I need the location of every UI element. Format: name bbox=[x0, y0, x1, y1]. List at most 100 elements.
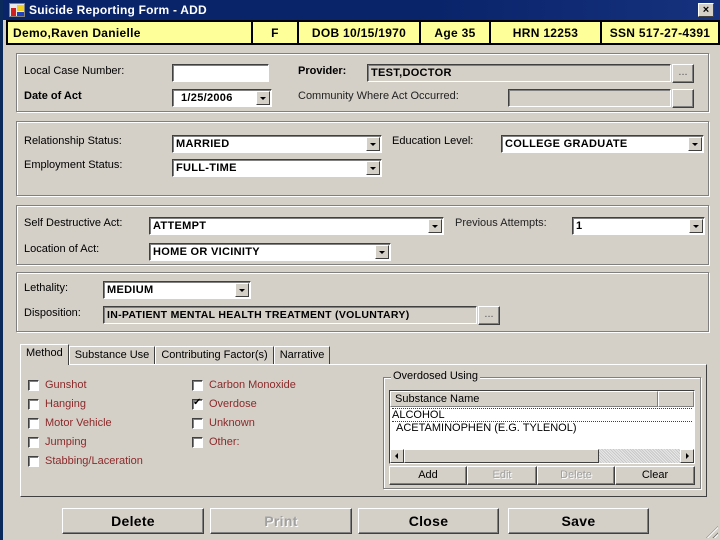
employment-status-value[interactable]: FULL-TIME bbox=[172, 159, 382, 177]
checkbox-label: Motor Vehicle bbox=[45, 417, 112, 429]
substance-list-header: Substance Name bbox=[390, 391, 694, 407]
patient-age: Age 35 bbox=[421, 22, 491, 43]
add-substance-button[interactable]: Add bbox=[389, 466, 467, 485]
substance-row[interactable]: ACETAMINOPHEN (E.G. TYLENOL) bbox=[396, 422, 577, 434]
title-bar: Suicide Reporting Form - ADD × bbox=[3, 0, 720, 20]
chevron-down-icon[interactable] bbox=[366, 161, 380, 175]
tab-strip: Method Substance Use Contributing Factor… bbox=[20, 344, 331, 365]
checkbox-box[interactable] bbox=[28, 379, 39, 391]
checkbox-box[interactable] bbox=[28, 417, 39, 429]
overdosed-using-label: Overdosed Using bbox=[391, 370, 480, 382]
employment-status-select[interactable]: FULL-TIME bbox=[172, 159, 382, 177]
method-checkbox-overdose[interactable]: Overdose bbox=[192, 397, 257, 410]
method-checkbox-hanging[interactable]: Hanging bbox=[28, 398, 86, 410]
education-level-select[interactable]: COLLEGE GRADUATE bbox=[501, 135, 704, 153]
method-checkbox-other[interactable]: Other: bbox=[192, 436, 240, 448]
location-of-act-label: Location of Act: bbox=[24, 243, 100, 255]
date-of-act-label: Date of Act bbox=[24, 90, 82, 102]
chevron-down-icon[interactable] bbox=[366, 137, 380, 151]
resize-grip-icon[interactable] bbox=[706, 526, 718, 538]
previous-attempts-value[interactable]: 1 bbox=[572, 217, 705, 235]
checkbox-box[interactable] bbox=[28, 398, 39, 410]
patient-banner: Demo,Raven Danielle F DOB 10/15/1970 Age… bbox=[6, 20, 720, 45]
tab-contributing-factors[interactable]: Contributing Factor(s) bbox=[155, 346, 274, 365]
disposition-field: IN-PATIENT MENTAL HEALTH TREATMENT (VOLU… bbox=[103, 306, 477, 324]
checkbox-box[interactable] bbox=[192, 417, 203, 429]
tab-method[interactable]: Method bbox=[20, 344, 69, 365]
disposition-lookup-button[interactable]: ... bbox=[478, 306, 500, 325]
print-button[interactable]: Print bbox=[210, 508, 352, 534]
local-case-number-input[interactable] bbox=[172, 64, 269, 82]
patient-dob: DOB 10/15/1970 bbox=[299, 22, 421, 43]
location-of-act-select[interactable]: HOME OR VICINITY bbox=[149, 243, 391, 261]
substance-row[interactable]: ALCOHOL bbox=[392, 408, 692, 422]
community-lookup-button[interactable] bbox=[672, 89, 694, 108]
method-checkbox-jumping[interactable]: Jumping bbox=[28, 436, 87, 448]
chevron-down-icon[interactable] bbox=[688, 137, 702, 151]
previous-attempts-select[interactable]: 1 bbox=[572, 217, 705, 235]
community-label: Community Where Act Occurred: bbox=[298, 90, 459, 102]
scroll-right-icon[interactable] bbox=[680, 449, 694, 463]
scrollbar-thumb[interactable] bbox=[404, 449, 599, 463]
method-checkbox-motor-vehicle[interactable]: Motor Vehicle bbox=[28, 417, 112, 429]
relationship-status-value[interactable]: MARRIED bbox=[172, 135, 382, 153]
method-checkbox-unknown[interactable]: Unknown bbox=[192, 417, 255, 429]
chevron-down-icon[interactable] bbox=[256, 91, 270, 105]
lethality-value[interactable]: MEDIUM bbox=[103, 281, 251, 299]
checkbox-label: Jumping bbox=[45, 436, 87, 448]
relationship-status-select[interactable]: MARRIED bbox=[172, 135, 382, 153]
checkbox-box[interactable] bbox=[192, 436, 203, 448]
patient-ssn: SSN 517-27-4391 bbox=[609, 25, 711, 40]
local-case-number-label: Local Case Number: bbox=[24, 65, 125, 77]
checkbox-label: Stabbing/Laceration bbox=[45, 455, 143, 467]
tab-narrative[interactable]: Narrative bbox=[273, 346, 331, 365]
employment-status-label: Employment Status: bbox=[24, 159, 123, 171]
lethality-select[interactable]: MEDIUM bbox=[103, 281, 251, 299]
education-level-value[interactable]: COLLEGE GRADUATE bbox=[501, 135, 704, 153]
chevron-down-icon[interactable] bbox=[235, 283, 249, 297]
provider-field: TEST,DOCTOR bbox=[367, 64, 671, 82]
clear-substances-button[interactable]: Clear bbox=[615, 466, 695, 485]
scroll-left-icon[interactable] bbox=[390, 449, 404, 463]
app-icon bbox=[9, 3, 25, 17]
delete-substance-button[interactable]: Delete bbox=[537, 466, 615, 485]
window-title: Suicide Reporting Form - ADD bbox=[29, 3, 207, 17]
location-of-act-value[interactable]: HOME OR VICINITY bbox=[149, 243, 391, 261]
checkbox-label: Gunshot bbox=[45, 379, 87, 391]
self-destructive-act-label: Self Destructive Act: bbox=[24, 217, 123, 229]
community-field bbox=[508, 89, 671, 107]
patient-sex: F bbox=[253, 22, 299, 43]
self-destructive-act-select[interactable]: ATTEMPT bbox=[149, 217, 444, 235]
substance-list[interactable]: Substance Name ALCOHOL ACETAMINOPHEN (E.… bbox=[389, 390, 695, 464]
chevron-down-icon[interactable] bbox=[375, 245, 389, 259]
checkbox-box[interactable] bbox=[28, 455, 39, 467]
lethality-label: Lethality: bbox=[24, 282, 69, 294]
substance-name-column-header[interactable]: Substance Name bbox=[390, 391, 658, 407]
self-destructive-act-value[interactable]: ATTEMPT bbox=[149, 217, 444, 235]
previous-attempts-label: Previous Attempts: bbox=[455, 217, 547, 229]
edit-substance-button[interactable]: Edit bbox=[467, 466, 537, 485]
provider-label: Provider: bbox=[298, 65, 347, 77]
chevron-down-icon[interactable] bbox=[689, 219, 703, 233]
method-checkbox-carbon-monoxide[interactable]: Carbon Monoxide bbox=[192, 379, 296, 391]
delete-button[interactable]: Delete bbox=[62, 508, 204, 534]
close-window-button[interactable]: × bbox=[698, 3, 714, 17]
close-button[interactable]: Close bbox=[358, 508, 499, 534]
checkbox-label: Hanging bbox=[45, 398, 86, 410]
method-checkbox-stabbing[interactable]: Stabbing/Laceration bbox=[28, 455, 143, 467]
tab-substance-use[interactable]: Substance Use bbox=[68, 346, 156, 365]
checkbox-box[interactable] bbox=[192, 379, 203, 391]
patient-hrn: HRN 12253 bbox=[491, 22, 602, 43]
provider-lookup-button[interactable]: ... bbox=[672, 64, 694, 83]
date-of-act-picker[interactable]: 1/25/2006 bbox=[172, 89, 272, 107]
method-checkbox-gunshot[interactable]: Gunshot bbox=[28, 379, 87, 391]
checkbox-box[interactable] bbox=[28, 436, 39, 448]
overdosed-using-group: Overdosed Using Substance Name ALCOHOL A… bbox=[383, 370, 701, 489]
checkbox-label: Overdose bbox=[209, 398, 257, 410]
education-level-label: Education Level: bbox=[392, 135, 474, 147]
horizontal-scrollbar[interactable] bbox=[390, 449, 694, 463]
save-button[interactable]: Save bbox=[508, 508, 649, 534]
checkbox-checked-icon[interactable] bbox=[192, 397, 203, 410]
relationship-status-label: Relationship Status: bbox=[24, 135, 122, 147]
chevron-down-icon[interactable] bbox=[428, 219, 442, 233]
